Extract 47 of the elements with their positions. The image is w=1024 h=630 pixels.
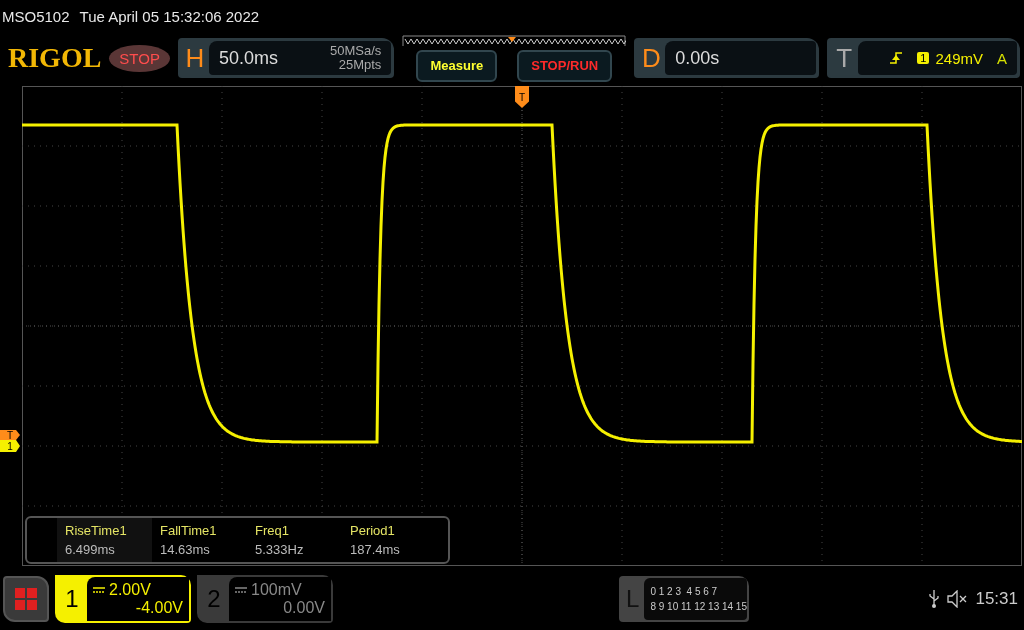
channel-scale: 2.00V: [109, 581, 151, 599]
channel-offset-marker: 1: [0, 440, 20, 452]
clock-time: 15:31: [975, 589, 1018, 609]
dc-coupling-icon: [93, 586, 105, 594]
channel-number: 1: [64, 584, 80, 614]
stop-run-button[interactable]: STOP/RUN: [517, 49, 613, 82]
measure-button[interactable]: Measure: [416, 49, 498, 82]
measurement-value: 6.499ms: [65, 542, 116, 557]
channel-number: 2: [206, 584, 222, 614]
trigger-level-marker: T: [0, 430, 20, 440]
grid-icon: [14, 587, 38, 611]
measurement-name: Period1: [350, 523, 396, 538]
date-time: Tue April 05 15:32:06 2022: [79, 7, 260, 25]
rising-edge-icon: [889, 51, 904, 65]
brand-logo: RIGOL: [8, 42, 102, 74]
measurement-value: 14.63ms: [160, 542, 211, 557]
trigger-mode: A: [997, 49, 1007, 67]
channel-offset: 0.00V: [283, 599, 325, 617]
usb-icon: [929, 589, 940, 609]
measurement-value: 187.4ms: [350, 542, 401, 557]
delay-label: D: [640, 41, 662, 75]
measurement-value: 5.333Hz: [255, 542, 305, 557]
logic-channel-numbers: 8 9 10 11 12 13 14 15: [650, 601, 747, 612]
delay-value: 0.00s: [675, 47, 720, 69]
logic-channel-numbers: 0 1 2 3 4 5 6 7: [650, 586, 719, 597]
horizontal-panel[interactable]: H 50.0ms 50MSa/s 25Mpts: [177, 38, 395, 78]
measurement-name: FallTime1: [160, 523, 218, 538]
measurement-name: RiseTime1: [65, 523, 128, 538]
trigger-panel[interactable]: T 1 249mV A: [827, 38, 1020, 78]
channel-panel[interactable]: 1 2.00V -4.00V: [55, 575, 191, 623]
channel-panel[interactable]: 2 100mV 0.00V: [197, 575, 333, 623]
measurement-name: Freq1: [255, 523, 290, 538]
sample-rate: 50MSa/s: [330, 44, 382, 58]
channel-scale: 100mV: [251, 581, 302, 599]
memory-depth: 25Mpts: [338, 58, 382, 72]
dc-coupling-icon: [235, 586, 247, 594]
model-name: MSO5102: [2, 7, 70, 25]
horizontal-label: H: [184, 41, 206, 75]
trigger-level: 249mV: [935, 49, 983, 67]
muted-speaker-icon: [947, 590, 968, 608]
timebase-value: 50.0ms: [218, 47, 278, 69]
channel-offset: -4.00V: [135, 599, 183, 617]
trigger-label: T: [835, 41, 854, 75]
delay-panel[interactable]: D 0.00s: [634, 38, 820, 78]
trigger-source-badge: 1: [917, 52, 930, 64]
trigger-position-marker: T: [515, 86, 529, 108]
menu-button[interactable]: [3, 576, 49, 622]
